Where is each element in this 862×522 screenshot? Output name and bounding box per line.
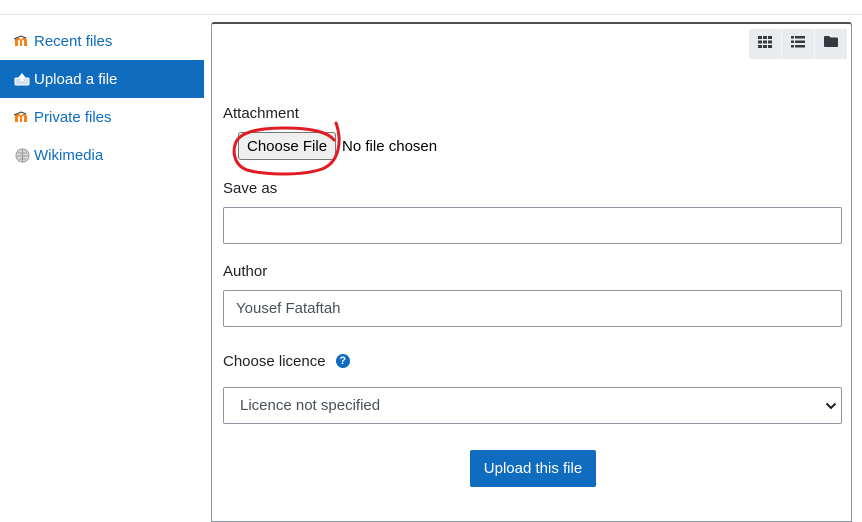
upload-this-file-button[interactable]: Upload this file: [470, 450, 596, 487]
sidebar-item-wikimedia[interactable]: Wikimedia: [0, 136, 204, 174]
sidebar-item-upload-a-file[interactable]: Upload a file: [0, 60, 204, 98]
choose-licence-label: Choose licence: [223, 353, 326, 370]
top-divider: [0, 14, 862, 15]
list-view-button[interactable]: [781, 29, 814, 59]
sidebar-item-recent-files[interactable]: Recent files: [0, 22, 204, 60]
icons-view-button[interactable]: [749, 29, 781, 59]
moodle-icon: [14, 33, 30, 49]
choose-licence-label-row: Choose licence ?: [223, 353, 350, 370]
folder-tree-view-icon: [823, 35, 839, 53]
save-as-label: Save as: [223, 180, 278, 197]
repository-sidebar: Recent files Upload a file Private files…: [0, 22, 204, 174]
author-label: Author: [223, 263, 268, 280]
help-icon[interactable]: ?: [335, 354, 350, 369]
sidebar-item-label: Wikimedia: [34, 146, 104, 164]
moodle-icon: [14, 109, 30, 125]
sidebar-item-label: Upload a file: [34, 70, 118, 88]
wikipedia-globe-icon: [14, 147, 30, 163]
list-view-icon: [790, 35, 806, 54]
file-picker: Choose File No file chosen: [238, 132, 437, 160]
chevron-down-icon: [825, 397, 837, 414]
view-toolbar: [749, 29, 847, 59]
sidebar-item-label: Recent files: [34, 32, 113, 50]
sidebar-item-label: Private files: [34, 108, 112, 126]
upload-icon: [14, 71, 30, 87]
licence-selected-value: Licence not specified: [240, 397, 381, 414]
no-file-chosen-text: No file chosen: [342, 137, 438, 155]
folder-tree-view-button[interactable]: [814, 29, 847, 59]
sidebar-item-private-files[interactable]: Private files: [0, 98, 204, 136]
save-as-input[interactable]: [223, 207, 842, 244]
author-input[interactable]: Yousef Fataftah: [223, 290, 842, 327]
choose-file-button[interactable]: Choose File: [238, 132, 337, 160]
icons-view-icon: [757, 35, 773, 54]
upload-panel: Attachment Choose File No file chosen Sa…: [211, 22, 852, 522]
licence-select[interactable]: Licence not specified: [223, 387, 842, 424]
attachment-label: Attachment: [223, 105, 299, 122]
